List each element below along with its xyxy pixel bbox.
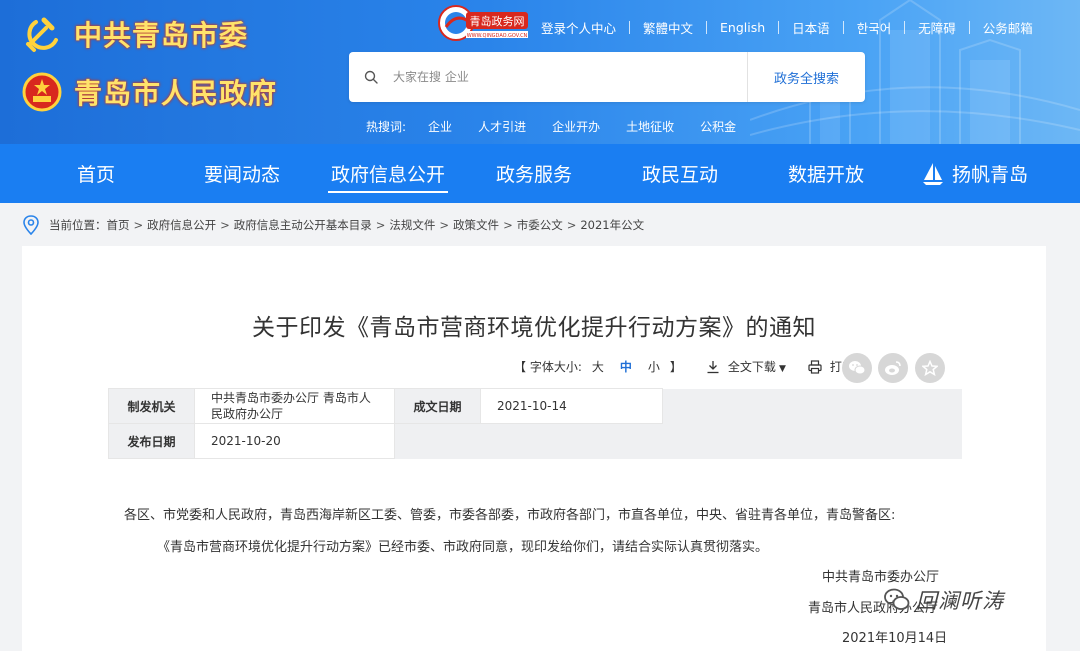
nav-news[interactable]: 要闻动态 xyxy=(196,144,288,203)
meta-blank-cell xyxy=(662,388,962,424)
divider xyxy=(706,21,708,34)
search-input[interactable] xyxy=(393,52,747,102)
signature-issuer-1: 中共青岛市委办公厅 xyxy=(822,570,940,585)
party-committee-title: 中共青岛市委 xyxy=(74,19,249,52)
created-date-label: 成文日期 xyxy=(394,388,481,424)
hotword-link[interactable]: 人才引进 xyxy=(478,118,526,135)
nav-open-data[interactable]: 数据开放 xyxy=(780,144,872,203)
published-date-value: 2021-10-20 xyxy=(194,423,395,459)
issuer-label: 制发机关 xyxy=(108,388,195,424)
city-government-logo[interactable]: 青岛市人民政府 xyxy=(22,72,277,112)
meta-blank-cell xyxy=(394,423,962,459)
party-committee-logo[interactable]: 中共青岛市委 xyxy=(22,14,248,54)
created-date-value: 2021-10-14 xyxy=(480,388,663,424)
hotword-link[interactable]: 企业开办 xyxy=(552,118,600,135)
hotword-link[interactable]: 公积金 xyxy=(700,118,736,135)
font-size-label: 【 字体大小: xyxy=(514,360,582,374)
font-size-close: 】 xyxy=(669,360,682,374)
nav-gov-services[interactable]: 政务服务 xyxy=(488,144,580,203)
divider xyxy=(904,21,906,34)
document-meta-table: 制发机关 中共青岛市委办公厅 青岛市人民政府办公厅 成文日期 2021-10-1… xyxy=(108,388,962,459)
breadcrumb-item-current[interactable]: 2021年公文 xyxy=(580,217,644,233)
sail-icon xyxy=(922,162,943,185)
body-paragraph: 《青岛市营商环境优化提升行动方案》已经市委、市政府同意，现印发给你们，请结合实际… xyxy=(157,540,769,555)
hotword-link[interactable]: 土地征收 xyxy=(626,118,674,135)
breadcrumb-item[interactable]: 法规文件 xyxy=(389,217,435,233)
top-links-bar: 登录个人中心 繁體中文 English 日本语 한국어 无障碍 公务邮箱 xyxy=(541,18,1033,37)
party-emblem-icon xyxy=(26,17,58,52)
hot-search-words: 热搜词: 企业 人才引进 企业开办 土地征收 公积金 xyxy=(366,118,762,135)
accessibility-link[interactable]: 无障碍 xyxy=(918,18,956,37)
font-size-large[interactable]: 大 xyxy=(592,358,604,375)
breadcrumb-item[interactable]: 政府信息主动公开基本目录 xyxy=(234,217,372,233)
download-icon xyxy=(707,360,719,373)
weibo-icon xyxy=(885,361,901,375)
divider xyxy=(842,21,844,34)
font-size-small[interactable]: 小 xyxy=(648,358,660,375)
watermark-text: 回澜听涛 xyxy=(916,589,1004,613)
issuer-value: 中共青岛市委办公厅 青岛市人民政府办公厅 xyxy=(194,388,395,424)
search-button[interactable]: 政务全搜索 xyxy=(747,52,865,102)
breadcrumb-separator: > xyxy=(133,218,144,232)
city-government-title: 青岛市人民政府 xyxy=(74,77,278,110)
national-emblem-icon xyxy=(22,72,62,112)
english-link[interactable]: English xyxy=(720,20,765,35)
location-pin-icon xyxy=(23,215,39,235)
download-label: 全文下载 xyxy=(727,360,776,374)
favorite-icon xyxy=(922,360,938,376)
site-logo-text: 青岛政务网 xyxy=(470,14,525,28)
japanese-link[interactable]: 日本语 xyxy=(792,18,830,37)
body-paragraph: 各区、市党委和人民政府，青岛西海岸新区工委、管委，市委各部委，市政府各部门，市直… xyxy=(124,508,896,523)
hotwords-label: 热搜词: xyxy=(366,120,407,134)
font-size-medium[interactable]: 中 xyxy=(620,358,632,375)
nav-interaction[interactable]: 政民互动 xyxy=(634,144,726,203)
wechat-watermark: 回澜听涛 xyxy=(882,585,1004,615)
official-mail-link[interactable]: 公务邮箱 xyxy=(983,18,1033,37)
breadcrumb-item[interactable]: 首页 xyxy=(107,217,130,233)
breadcrumb-separator: > xyxy=(566,218,577,232)
caret-down-icon: ▼ xyxy=(778,364,786,374)
breadcrumb-separator: > xyxy=(220,218,230,232)
login-link[interactable]: 登录个人中心 xyxy=(541,18,616,37)
divider xyxy=(778,21,780,34)
favorite-share-button[interactable] xyxy=(915,353,945,383)
traditional-chinese-link[interactable]: 繁體中文 xyxy=(643,18,693,37)
korean-link[interactable]: 한국어 xyxy=(857,18,892,37)
wechat-share-button[interactable] xyxy=(842,353,872,383)
wechat-watermark-icon xyxy=(884,588,910,610)
qingdao-gov-logo[interactable]: 青岛政务网 WWW.QINGDAO.GOV.CN xyxy=(436,3,532,43)
main-nav: 首页 要闻动态 政府信息公开 政务服务 政民互动 数据开放 扬帆青岛 xyxy=(0,144,1080,203)
nav-home[interactable]: 首页 xyxy=(58,144,134,203)
download-button[interactable]: 全文下载 ▼ xyxy=(728,358,786,375)
weibo-share-button[interactable] xyxy=(878,353,908,383)
signature-date: 2021年10月14日 xyxy=(842,631,948,646)
wechat-icon xyxy=(849,361,866,375)
divider xyxy=(968,21,970,34)
print-icon xyxy=(808,359,822,374)
published-date-label: 发布日期 xyxy=(108,423,195,459)
breadcrumb-item[interactable]: 政府信息公开 xyxy=(147,217,216,233)
nav-gov-info[interactable]: 政府信息公开 xyxy=(322,144,454,203)
breadcrumb-item[interactable]: 市委公文 xyxy=(517,217,563,233)
nav-sail-label: 扬帆青岛 xyxy=(951,164,1028,186)
breadcrumb: 当前位置： 首页 > 政府信息公开 > 政府信息主动公开基本目录 > 法规文件 … xyxy=(22,214,644,236)
document-toolbar: 【 字体大小: 大 中 小 】 全文下载▼ 打印 xyxy=(512,358,854,375)
divider xyxy=(629,21,631,34)
breadcrumb-separator: > xyxy=(503,218,513,232)
breadcrumb-separator: > xyxy=(439,218,450,232)
breadcrumb-separator: > xyxy=(375,218,386,232)
nav-sail-qingdao[interactable]: 扬帆青岛 xyxy=(912,144,1038,203)
breadcrumb-item[interactable]: 政策文件 xyxy=(453,217,499,233)
search-icon[interactable] xyxy=(349,52,393,102)
hotword-link[interactable]: 企业 xyxy=(428,118,452,135)
document-title: 关于印发《青岛市营商环境优化提升行动方案》的通知 xyxy=(252,315,816,341)
site-header: 中共青岛市委 青岛市人民政府 青岛政务网 WWW.QINGDAO.GOV.CN … xyxy=(0,0,1080,144)
site-logo-subtext: WWW.QINGDAO.GOV.CN xyxy=(467,33,528,39)
search-box: 政务全搜索 xyxy=(349,52,865,102)
breadcrumb-label: 当前位置： xyxy=(49,218,107,232)
